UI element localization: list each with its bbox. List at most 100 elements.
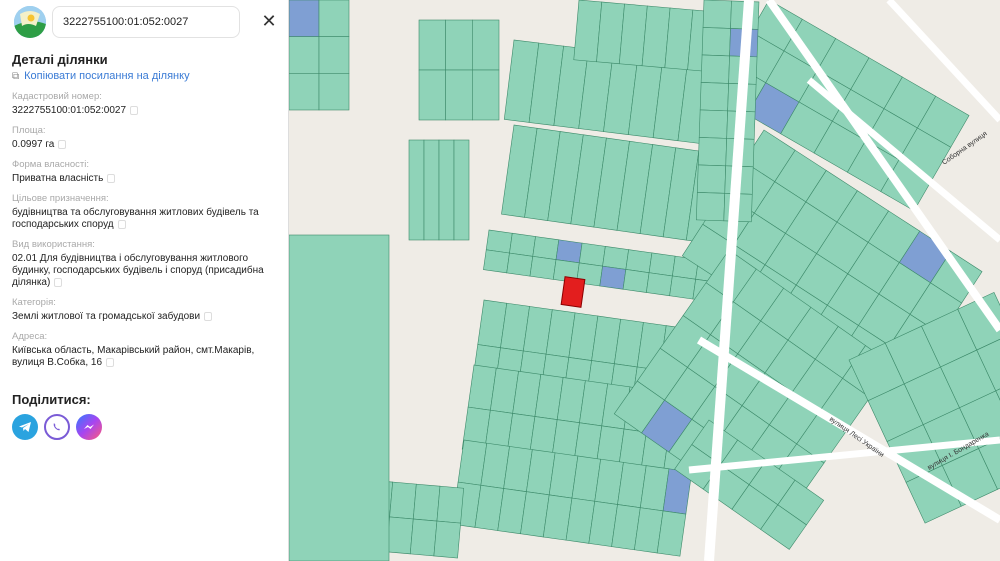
parcel[interactable] [529, 256, 557, 280]
field-value: 3222755100:01:052:0027 [12, 105, 280, 117]
parcel[interactable] [532, 236, 560, 260]
detail-field: Цільове призначення: будівництва та обслу… [12, 193, 280, 231]
parcel[interactable] [648, 252, 676, 277]
cadastral-search-input[interactable]: 3222755100:01:052:0027 [52, 6, 240, 38]
parcel[interactable] [318, 0, 350, 37]
field-value: 02.01 Для будівництва і обслуговування ж… [12, 253, 280, 289]
parcel[interactable] [622, 269, 650, 293]
copy-icon[interactable] [204, 311, 213, 321]
parcel[interactable] [445, 69, 473, 121]
field-label: Кадастровий номер: [12, 91, 102, 102]
parcel[interactable] [483, 249, 510, 274]
field-label: Категорія: [12, 297, 56, 308]
parcel[interactable] [289, 0, 320, 37]
field-value-text: 0.0997 га [12, 139, 55, 150]
parcel[interactable] [485, 229, 513, 254]
telegram-icon[interactable] [12, 414, 38, 440]
parcel[interactable] [318, 36, 350, 74]
parcel[interactable] [700, 54, 730, 84]
parcel[interactable] [438, 139, 455, 241]
parcel-details-panel: 3222755100:01:052:0027 ✕ Деталі ділянки … [0, 0, 289, 561]
detail-field: Кадастровий номер: 3222755100:01:052:0027 [12, 91, 280, 117]
copy-icon[interactable] [106, 357, 115, 367]
parcel[interactable] [433, 520, 461, 559]
parcel[interactable] [472, 69, 500, 121]
field-value: 0.0997 га [12, 139, 280, 151]
copy-icon[interactable] [107, 173, 116, 183]
parcel-block [289, 0, 350, 111]
parcel[interactable] [578, 242, 606, 267]
field-value: Київська область, Макарівський район, см… [12, 345, 280, 369]
parcel[interactable] [289, 73, 320, 111]
parcel[interactable] [696, 164, 727, 194]
field-value-text: 02.01 Для будівництва і обслуговування ж… [12, 253, 264, 288]
field-value: Приватна власність [12, 173, 280, 185]
parcel[interactable] [699, 82, 729, 112]
panel-title: Деталі ділянки [12, 52, 108, 67]
detail-field: Адреса: Київська область, Макарівський ра… [12, 331, 280, 369]
field-label: Форма власності: [12, 159, 90, 170]
field-value-text: Приватна власність [12, 173, 104, 184]
copy-link-label: Копіювати посилання на ділянку [24, 70, 190, 82]
parcel-block [418, 19, 500, 121]
parcel[interactable] [412, 483, 441, 522]
parcel[interactable] [698, 109, 728, 139]
parcel[interactable] [389, 481, 417, 520]
parcel[interactable] [696, 192, 726, 222]
detail-field: Площа: 0.0997 га [12, 125, 280, 151]
detail-field: Вид використання: 02.01 Для будівництва і… [12, 239, 280, 289]
parcel[interactable] [599, 265, 627, 290]
parcel[interactable] [289, 234, 390, 561]
field-value-text: 3222755100:01:052:0027 [12, 105, 127, 116]
parcel[interactable] [701, 27, 731, 57]
parcel[interactable] [602, 246, 629, 270]
parcel[interactable] [472, 19, 500, 71]
copy-icon[interactable] [54, 277, 63, 287]
share-title: Поділитися: [12, 392, 91, 407]
detail-field: Категорія: Землі житлової та громадської … [12, 297, 280, 323]
parcel[interactable] [669, 275, 696, 300]
parcel[interactable] [453, 139, 470, 241]
cadastral-map[interactable]: Соборна вулиця вулиця Лесі України вулиця … [289, 0, 1000, 561]
copy-icon[interactable] [117, 219, 126, 229]
field-value: будівництва та обслуговування житлових б… [12, 207, 280, 231]
parcel[interactable] [318, 73, 350, 111]
parcel[interactable] [408, 139, 425, 241]
close-icon[interactable]: ✕ [260, 12, 278, 30]
parcel[interactable] [409, 518, 438, 557]
copy-icon[interactable] [130, 105, 139, 115]
parcel[interactable] [506, 252, 534, 277]
parcel[interactable] [702, 0, 732, 29]
parcel[interactable] [697, 137, 727, 167]
detail-field: Форма власності: Приватна власність [12, 159, 280, 185]
parcel[interactable] [645, 272, 673, 297]
field-label: Цільове призначення: [12, 193, 109, 204]
parcel[interactable] [509, 232, 536, 257]
parcel-block [501, 124, 723, 244]
parcel[interactable] [386, 516, 414, 555]
messenger-icon[interactable] [76, 414, 102, 440]
field-label: Вид використання: [12, 239, 95, 250]
field-value: Землі житлової та громадської забудови [12, 311, 280, 323]
field-value-text: будівництва та обслуговування житлових б… [12, 207, 259, 230]
app-logo[interactable] [14, 6, 46, 38]
parcel[interactable] [445, 19, 473, 71]
copy-icon[interactable] [58, 139, 67, 149]
parcel[interactable] [423, 139, 440, 241]
parcel[interactable] [436, 485, 464, 524]
copy-icon: ⧉ [12, 70, 20, 82]
copy-link-button[interactable]: ⧉ Копіювати посилання на ділянку [12, 70, 190, 82]
parcel[interactable] [555, 239, 583, 264]
parcel-block [408, 139, 470, 241]
parcel[interactable] [418, 69, 446, 121]
field-value-text: Землі житлової та громадської забудови [12, 311, 201, 322]
field-value-text: Київська область, Макарівський район, см… [12, 345, 255, 368]
parcel-block [483, 229, 723, 303]
selected-parcel[interactable] [560, 276, 586, 308]
details-fields: Кадастровий номер: 3222755100:01:052:0027… [12, 91, 280, 377]
parcel[interactable] [418, 19, 446, 71]
parcel[interactable] [289, 36, 320, 74]
viber-icon[interactable] [44, 414, 70, 440]
parcel[interactable] [625, 249, 653, 274]
field-label: Площа: [12, 125, 46, 136]
